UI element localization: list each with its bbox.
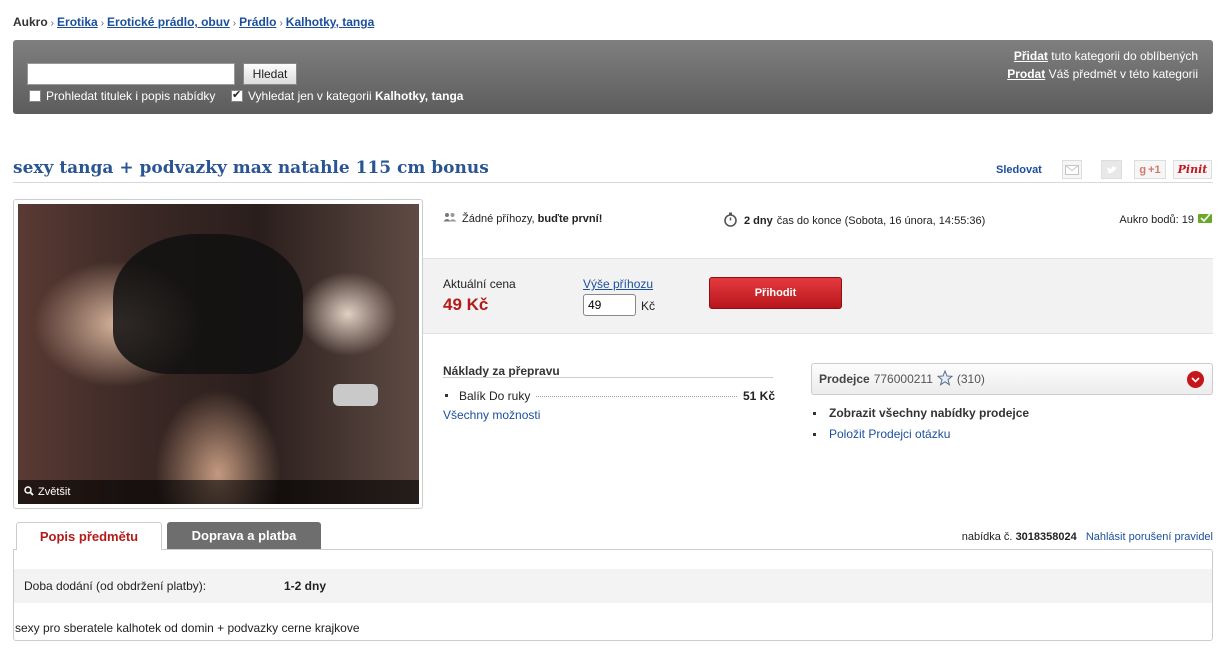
search-title-desc-label: Prohledat titulek i popis nabídky: [46, 89, 216, 103]
delivery-time-label: Doba dodání (od obdržení platby):: [24, 579, 207, 593]
aukro-points-info: Aukro bodů: 19: [1119, 212, 1213, 227]
breadcrumb-item-kalhotky[interactable]: Kalhotky, tanga: [286, 15, 374, 29]
bids-info: Žádné příhozy, buďte první!: [443, 212, 606, 225]
auction-info-row: Žádné příhozy, buďte první! 2 dny čas do…: [423, 200, 1213, 258]
sell-row: Prodat Váš předmět v této kategorii: [1007, 67, 1198, 81]
breadcrumb-item-erotika[interactable]: Erotika: [57, 15, 98, 29]
sell-text: Váš předmět v této kategorii: [1048, 67, 1198, 81]
star-icon: [936, 369, 954, 389]
add-favorite-row: Přidat tuto kategorii do oblíbených: [1014, 49, 1198, 63]
bids-text: Žádné příhozy,: [462, 212, 535, 225]
shipping-title: Náklady za přepravu: [443, 364, 560, 378]
dotted-leader: [536, 396, 737, 397]
time-left-text: čas do konce (Sobota, 16 února, 14:55:36…: [776, 215, 986, 227]
report-link[interactable]: Nahlásit porušení pravidel: [1086, 531, 1213, 543]
item-description: sexy pro sberatele kalhotek od domin + p…: [15, 621, 360, 635]
shipping-option-row: Balík Do ruky 51 Kč: [443, 389, 775, 403]
shipping-price: 51 Kč: [742, 389, 775, 403]
bid-amount-input[interactable]: [583, 294, 636, 316]
time-left-value: 2 dny: [744, 215, 773, 227]
twitter-share-icon[interactable]: [1101, 160, 1122, 179]
breadcrumb-separator: ›: [100, 18, 105, 29]
tab-shipping-payment[interactable]: Doprava a platba: [167, 522, 321, 549]
breadcrumb-root[interactable]: Aukro: [13, 15, 48, 29]
bid-amount-label[interactable]: Výše příhozu: [583, 277, 653, 291]
pinterest-label: Pinit: [1177, 163, 1208, 176]
chevron-down-icon[interactable]: [1187, 371, 1204, 388]
offer-number: 3018358024: [1015, 531, 1077, 543]
tab-description[interactable]: Popis předmětu: [16, 522, 162, 550]
time-left-info: 2 dny čas do konce (Sobota, 16 února, 14…: [723, 212, 985, 230]
add-favorite-link[interactable]: Přidat: [1014, 49, 1048, 63]
bids-cta[interactable]: buďte první!: [538, 213, 603, 225]
item-title: sexy tanga + podvazky max natahle 115 cm…: [13, 158, 489, 178]
breadcrumb: Aukro › Erotika › Erotické prádlo, obuv › Prád…: [13, 15, 374, 29]
title-divider: [13, 182, 1213, 183]
seller-label: Prodejce: [819, 372, 870, 386]
seller-offers-link[interactable]: Zobrazit všechny nabídky prodejce: [829, 406, 1029, 420]
magnifier-icon: [24, 485, 34, 499]
ask-seller-link[interactable]: Položit Prodejci otázku: [829, 427, 950, 441]
users-icon: [443, 212, 457, 225]
offer-info: nabídka č. 3018358024 Nahlásit porušení …: [962, 531, 1213, 543]
bullet: [813, 411, 816, 415]
photo-frame: Zvětšit: [13, 199, 423, 509]
seller-score: (310): [956, 372, 985, 386]
shipping-method: Balík Do ruky: [459, 389, 531, 403]
breadcrumb-item-eroticke-pradlo[interactable]: Erotické prádlo, obuv: [107, 15, 230, 29]
photo-watch-shape: [333, 384, 378, 406]
gplus-glyph: g: [1139, 163, 1147, 176]
breadcrumb-separator: ›: [50, 18, 55, 29]
bullet: [445, 394, 448, 397]
description-panel: Doba dodání (od obdržení platby): 1-2 dn…: [13, 549, 1213, 641]
search-category-checkbox[interactable]: [231, 88, 243, 102]
enlarge-label: Zvětšit: [38, 486, 71, 498]
points-label: Aukro bodů:: [1119, 213, 1179, 226]
bullet: [813, 432, 816, 436]
current-price-label: Aktuální cena: [443, 277, 516, 291]
follow-link[interactable]: Sledovat: [996, 164, 1042, 176]
offer-label: nabídka č.: [961, 531, 1013, 543]
search-bar: Hledat Prohledat titulek i popis nabídky…: [13, 40, 1213, 114]
search-title-desc-option[interactable]: Prohledat titulek i popis nabídky: [29, 89, 215, 103]
seller-id[interactable]: 776000211: [874, 372, 933, 386]
photo-enlarge-bar[interactable]: Zvětšit: [18, 480, 419, 504]
delivery-time-row: Doba dodání (od obdržení platby): 1-2 dn…: [14, 569, 1212, 603]
item-photo[interactable]: [18, 204, 419, 504]
breadcrumb-separator: ›: [232, 18, 237, 29]
price-block: Aktuální cena 49 Kč Výše příhozu Kč Přih…: [423, 258, 1213, 334]
search-category-label: Vyhledat jen v kategorii: [248, 89, 372, 103]
google-plus-share-icon[interactable]: g +1: [1134, 160, 1166, 179]
delivery-time-value: 1-2 dny: [284, 579, 327, 593]
search-category-name: Kalhotky, tanga: [374, 89, 464, 103]
photo-lingerie-shape: [113, 234, 303, 374]
bid-currency: Kč: [641, 299, 656, 313]
sell-link[interactable]: Prodat: [1007, 67, 1045, 81]
search-input[interactable]: [27, 63, 235, 85]
pinterest-share-icon[interactable]: Pinit: [1173, 160, 1212, 179]
points-value: 19: [1181, 213, 1194, 226]
search-button[interactable]: Hledat: [243, 63, 297, 85]
seller-question-row: Položit Prodejci otázku: [811, 427, 950, 441]
search-title-desc-checkbox[interactable]: [29, 90, 41, 102]
all-shipping-options-link[interactable]: Všechny možnosti: [443, 408, 540, 422]
seller-offers-row: Zobrazit všechny nabídky prodejce: [811, 406, 1029, 420]
search-category-option[interactable]: Vyhledat jen v kategorii Kalhotky, tanga: [231, 88, 464, 103]
current-price-value: 49 Kč: [443, 295, 489, 314]
seller-box[interactable]: Prodejce 776000211 (310): [811, 363, 1213, 395]
shipping-divider: [443, 377, 773, 378]
email-share-icon[interactable]: [1062, 160, 1082, 179]
place-bid-button[interactable]: Přihodit: [709, 277, 842, 309]
breadcrumb-item-pradlo[interactable]: Prádlo: [239, 15, 276, 29]
add-favorite-text: tuto kategorii do oblíbených: [1051, 49, 1198, 63]
gplus-count: +1: [1148, 163, 1161, 176]
points-badge-icon: [1197, 212, 1213, 227]
stopwatch-icon: [723, 212, 738, 230]
breadcrumb-separator: ›: [279, 18, 283, 29]
